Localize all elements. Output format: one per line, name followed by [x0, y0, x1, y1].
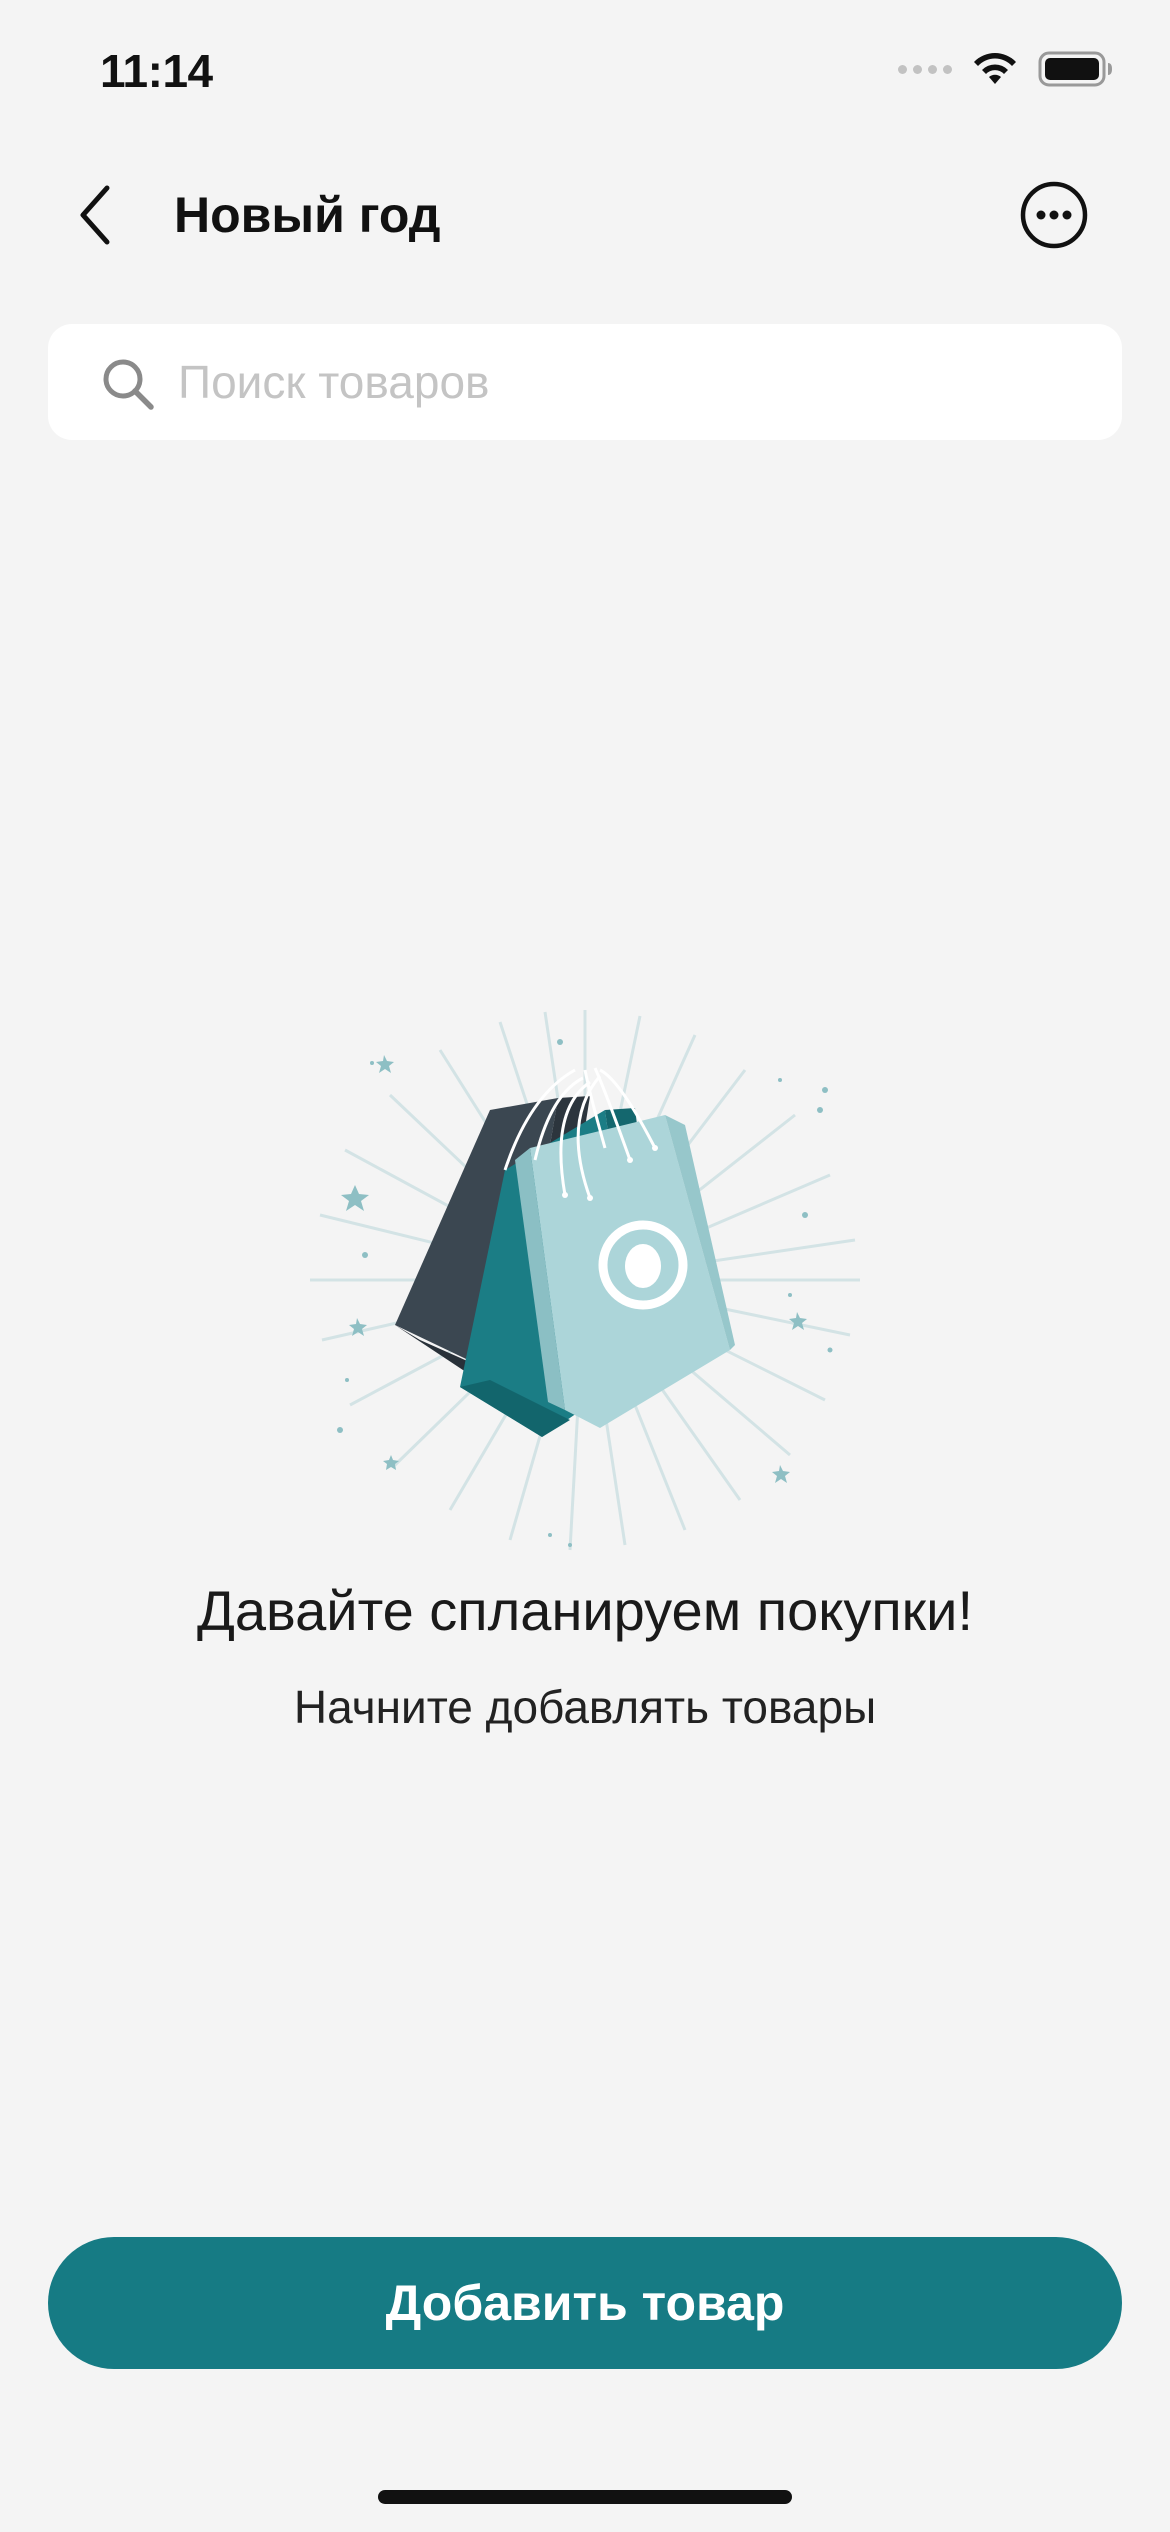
status-time: 11:14	[100, 45, 213, 97]
search-input[interactable]	[178, 324, 1078, 440]
shopping-bags-illustration	[310, 1010, 860, 1551]
empty-state-subtitle: Начните добавлять товары	[293, 1681, 877, 1733]
wifi-icon	[974, 53, 1016, 84]
ellipsis-circle-icon	[1020, 181, 1088, 249]
empty-state-title: Давайте спланируем покупки!	[196, 1579, 974, 1642]
status-icons	[898, 50, 1114, 88]
chevron-left-icon	[80, 185, 110, 245]
search-icon	[103, 359, 154, 410]
status-bar: 11:14	[0, 0, 1170, 150]
home-indicator	[378, 2490, 792, 2504]
page-title: Новый год	[174, 187, 441, 243]
battery-icon	[1038, 51, 1112, 87]
add-product-button[interactable]: Добавить товар	[48, 2237, 1122, 2369]
navigation-bar: Новый год	[0, 160, 1170, 270]
search-box[interactable]	[48, 324, 1122, 440]
cellular-signal-icon	[898, 64, 952, 74]
back-button[interactable]	[62, 182, 128, 248]
more-options-button[interactable]	[1018, 179, 1090, 251]
